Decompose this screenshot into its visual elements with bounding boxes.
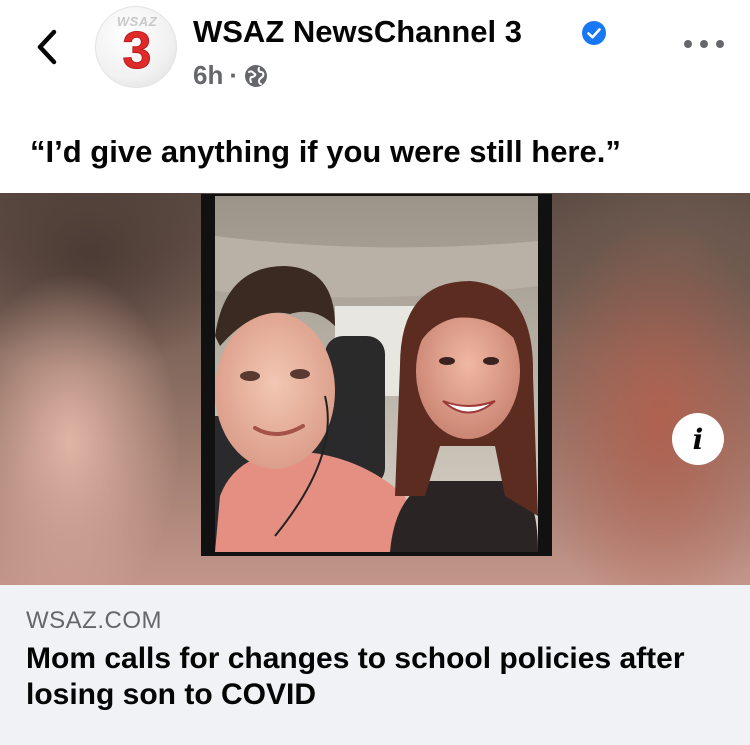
page-avatar[interactable]: WSAZ 3 (95, 6, 177, 88)
post-image[interactable]: i (0, 193, 750, 585)
selfie-photo (215, 196, 538, 552)
verified-badge-icon (582, 21, 606, 45)
post-timestamp[interactable]: 6h (193, 60, 223, 91)
more-options-button[interactable] (684, 34, 724, 54)
more-dots-icon (684, 40, 692, 48)
info-icon: i (692, 422, 704, 456)
back-button[interactable] (30, 26, 64, 68)
avatar-logo-number: 3 (122, 22, 152, 80)
post-caption: “I’d give anything if you were still her… (30, 134, 621, 169)
globe-icon (245, 64, 268, 87)
link-domain: WSAZ.COM (26, 607, 162, 634)
post-header: WSAZ 3 WSAZ NewsChannel 3 6h · (0, 0, 750, 112)
chevron-left-icon (37, 29, 57, 65)
link-title[interactable]: Mom calls for changes to school policies… (26, 641, 726, 713)
selfie-illustration (215, 196, 538, 552)
page-name-link[interactable]: WSAZ NewsChannel 3 (193, 14, 522, 50)
post-meta: 6h · (193, 60, 268, 91)
info-button[interactable]: i (672, 413, 724, 465)
meta-separator: · (229, 60, 239, 90)
link-preview-card[interactable]: WSAZ.COM Mom calls for changes to school… (0, 585, 750, 745)
